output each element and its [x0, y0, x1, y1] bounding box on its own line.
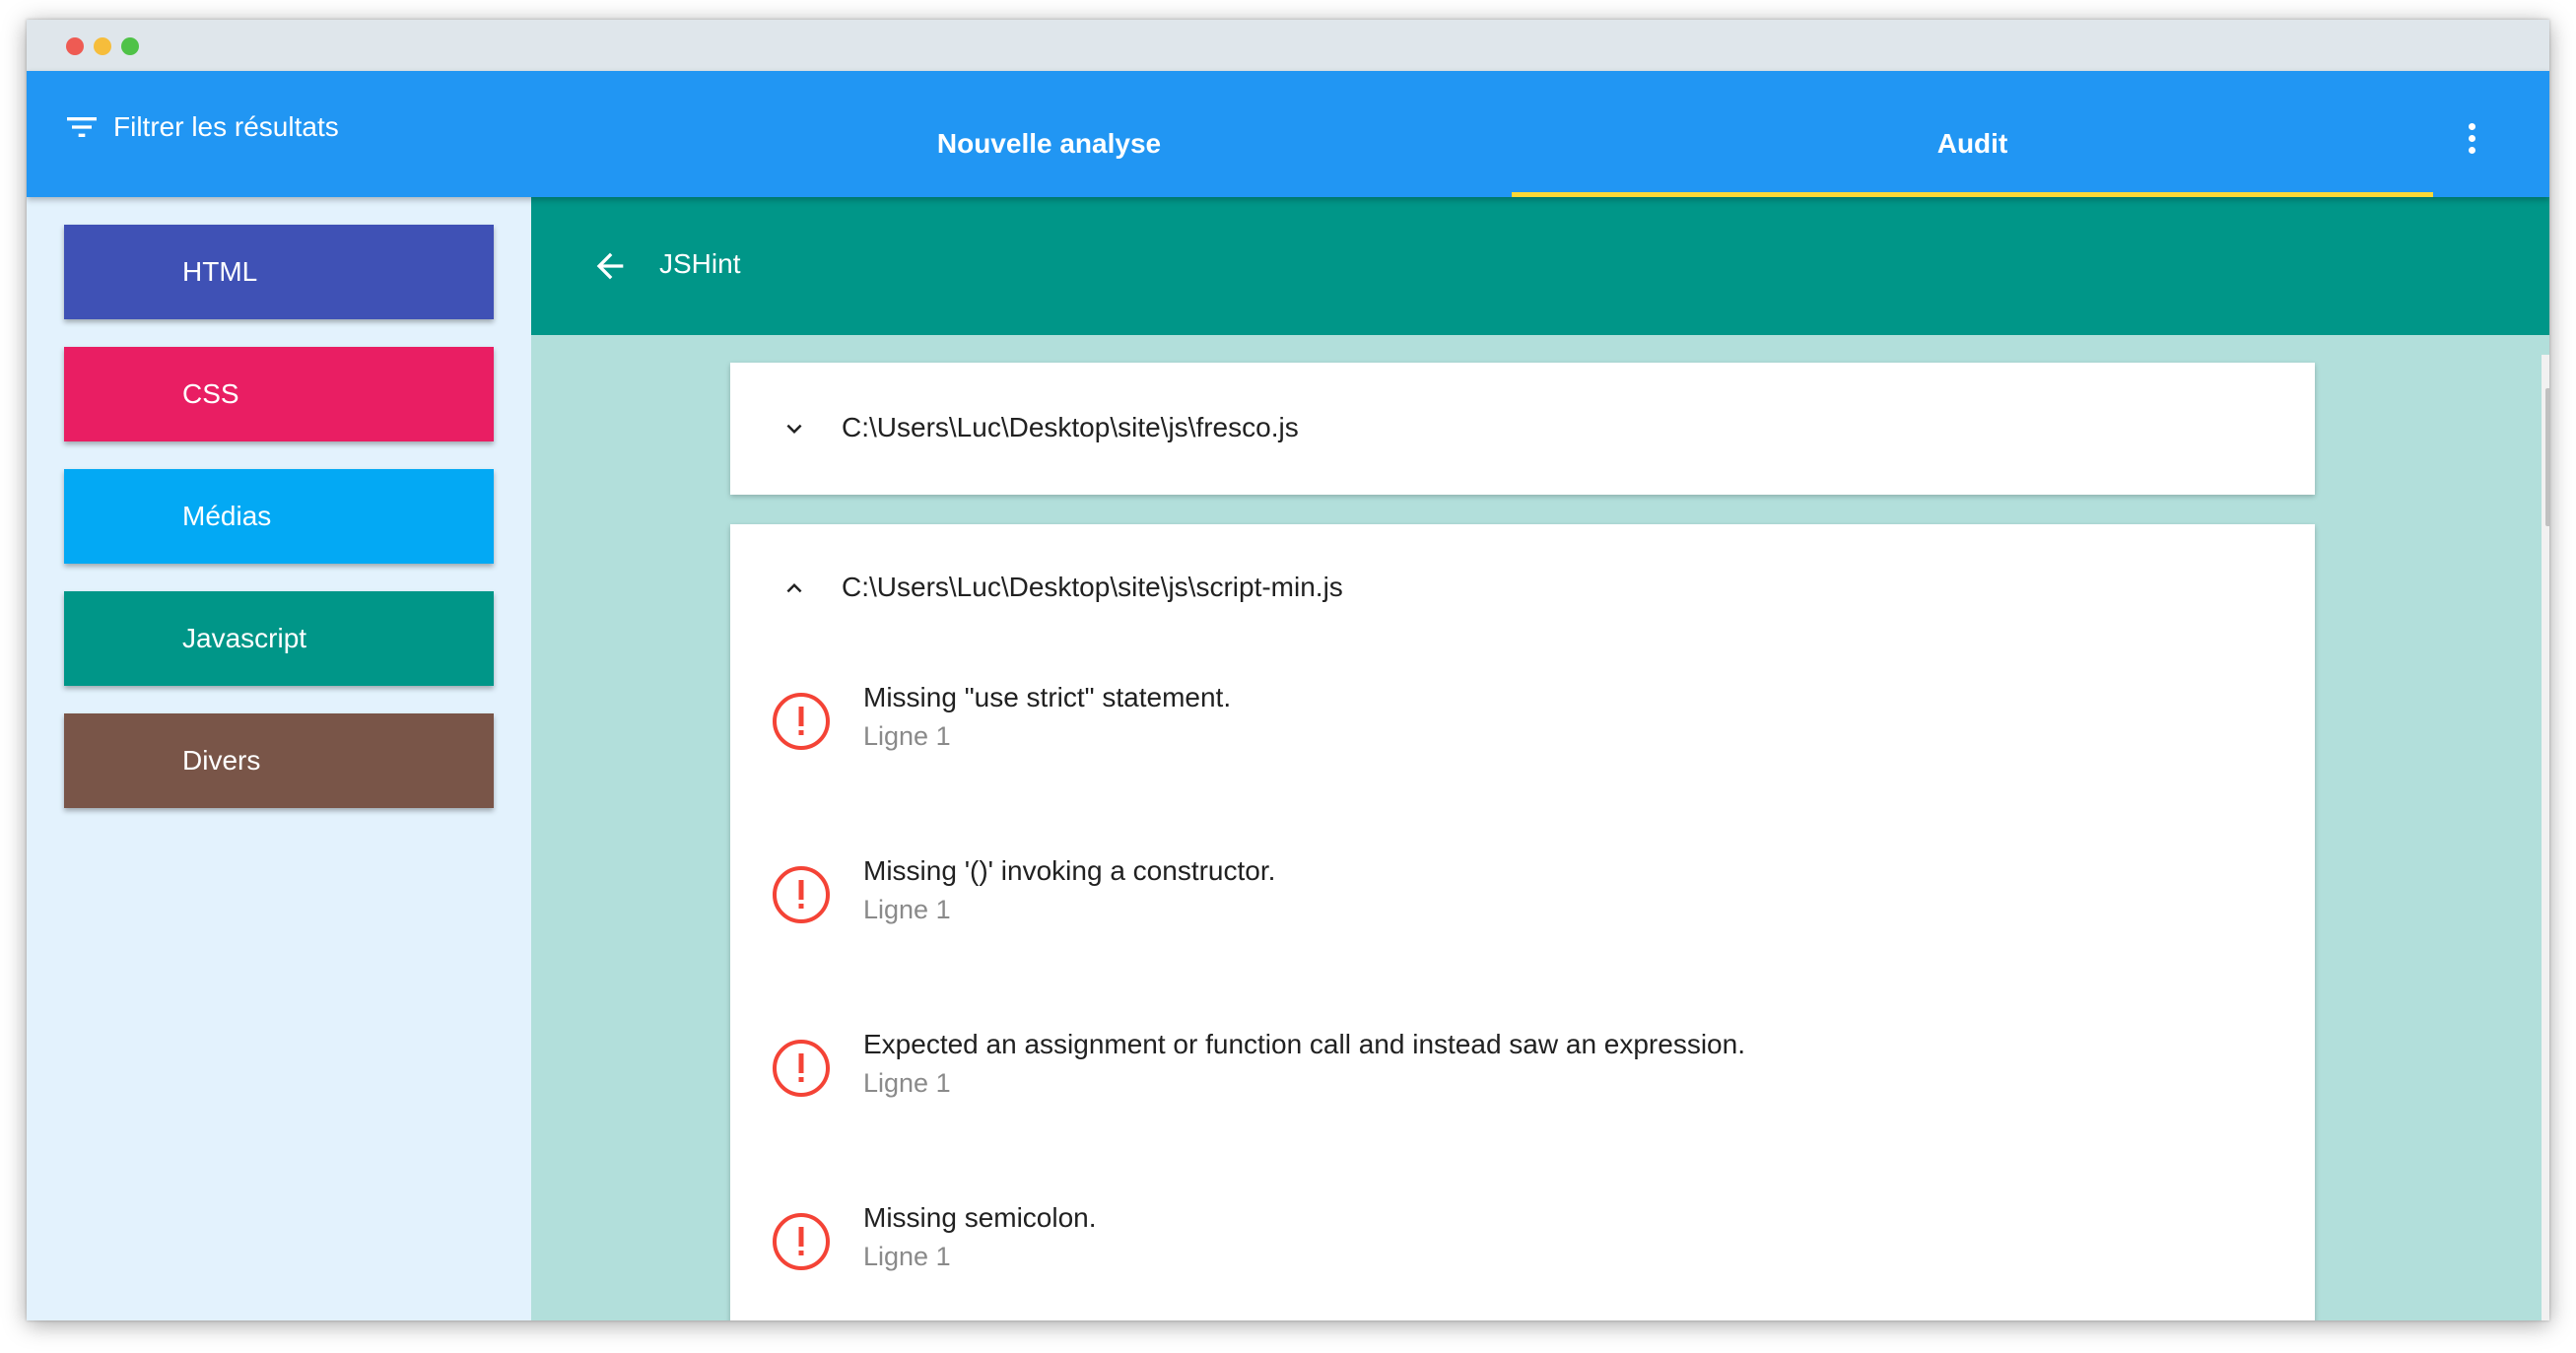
sidebar-item-label: Divers	[182, 745, 261, 776]
issue-line: Ligne 1	[863, 895, 951, 924]
filter-results-label: Filtrer les résultats	[113, 111, 339, 142]
sidebar-item-label: Médias	[182, 501, 272, 531]
error-circle-icon	[773, 693, 830, 750]
chevron-down-icon[interactable]	[780, 414, 809, 443]
tool-header: JSHint	[531, 197, 2549, 335]
app-bar: Filtrer les résultats Nouvelle analyse A…	[27, 71, 2549, 197]
issue-item: Missing semicolon. Ligne 1	[730, 1202, 2315, 1320]
issue-message: Missing '()' invoking a constructor.	[863, 855, 1276, 886]
issue-item: Missing "use strict" statement. Ligne 1	[730, 682, 2315, 800]
issue-message: Expected an assignment or function call …	[863, 1029, 1745, 1059]
app-window: Filtrer les résultats Nouvelle analyse A…	[27, 20, 2549, 1320]
issue-item: Expected an assignment or function call …	[730, 1029, 2315, 1147]
tool-title: JSHint	[659, 248, 741, 279]
filter-results-button[interactable]: Filtrer les résultats	[62, 102, 339, 152]
file-panel-expanded: C:\Users\Luc\Desktop\site\js\script-min.…	[730, 524, 2315, 1320]
maximize-window-button[interactable]	[121, 37, 139, 55]
sidebar-item-javascript[interactable]: Javascript	[64, 591, 494, 686]
close-window-button[interactable]	[66, 37, 84, 55]
more-vert-icon[interactable]	[2457, 120, 2486, 169]
tab-audit[interactable]: Audit	[1512, 71, 2433, 197]
window-titlebar	[27, 20, 2549, 71]
arrow-back-icon[interactable]	[590, 246, 630, 286]
error-circle-icon	[773, 1040, 830, 1097]
filter-list-icon	[67, 117, 97, 137]
category-sidebar: HTML CSS Médias Javascript Divers	[27, 197, 531, 1320]
tab-nouvelle-analyse[interactable]: Nouvelle analyse	[588, 71, 1510, 197]
sidebar-item-medias[interactable]: Médias	[64, 469, 494, 564]
error-circle-icon	[773, 1213, 830, 1270]
issue-line: Ligne 1	[863, 721, 951, 751]
sidebar-item-label: Javascript	[182, 623, 307, 653]
minimize-window-button[interactable]	[94, 37, 111, 55]
sidebar-item-divers[interactable]: Divers	[64, 713, 494, 808]
file-panel[interactable]: C:\Users\Luc\Desktop\site\js\fresco.js	[730, 363, 2315, 495]
issue-line: Ligne 1	[863, 1242, 951, 1271]
sidebar-item-css[interactable]: CSS	[64, 347, 494, 441]
sidebar-item-label: HTML	[182, 256, 258, 287]
active-tab-indicator	[1512, 192, 2433, 197]
issue-message: Missing "use strict" statement.	[863, 682, 1232, 712]
issue-message: Missing semicolon.	[863, 1202, 1097, 1233]
main-content: JSHint C:\Users\Luc\Desktop\site\js\fres…	[531, 197, 2549, 1320]
sidebar-item-html[interactable]: HTML	[64, 225, 494, 319]
sidebar-item-label: CSS	[182, 378, 239, 409]
file-path: C:\Users\Luc\Desktop\site\js\script-min.…	[842, 572, 1343, 602]
error-circle-icon	[773, 866, 830, 923]
scrollbar-thumb[interactable]	[2545, 388, 2549, 526]
issue-line: Ligne 1	[863, 1068, 951, 1098]
vertical-scrollbar[interactable]	[2542, 355, 2549, 1320]
file-path: C:\Users\Luc\Desktop\site\js\fresco.js	[842, 412, 1299, 442]
chevron-up-icon[interactable]	[780, 574, 809, 603]
issue-item: Missing '()' invoking a constructor. Lig…	[730, 855, 2315, 974]
